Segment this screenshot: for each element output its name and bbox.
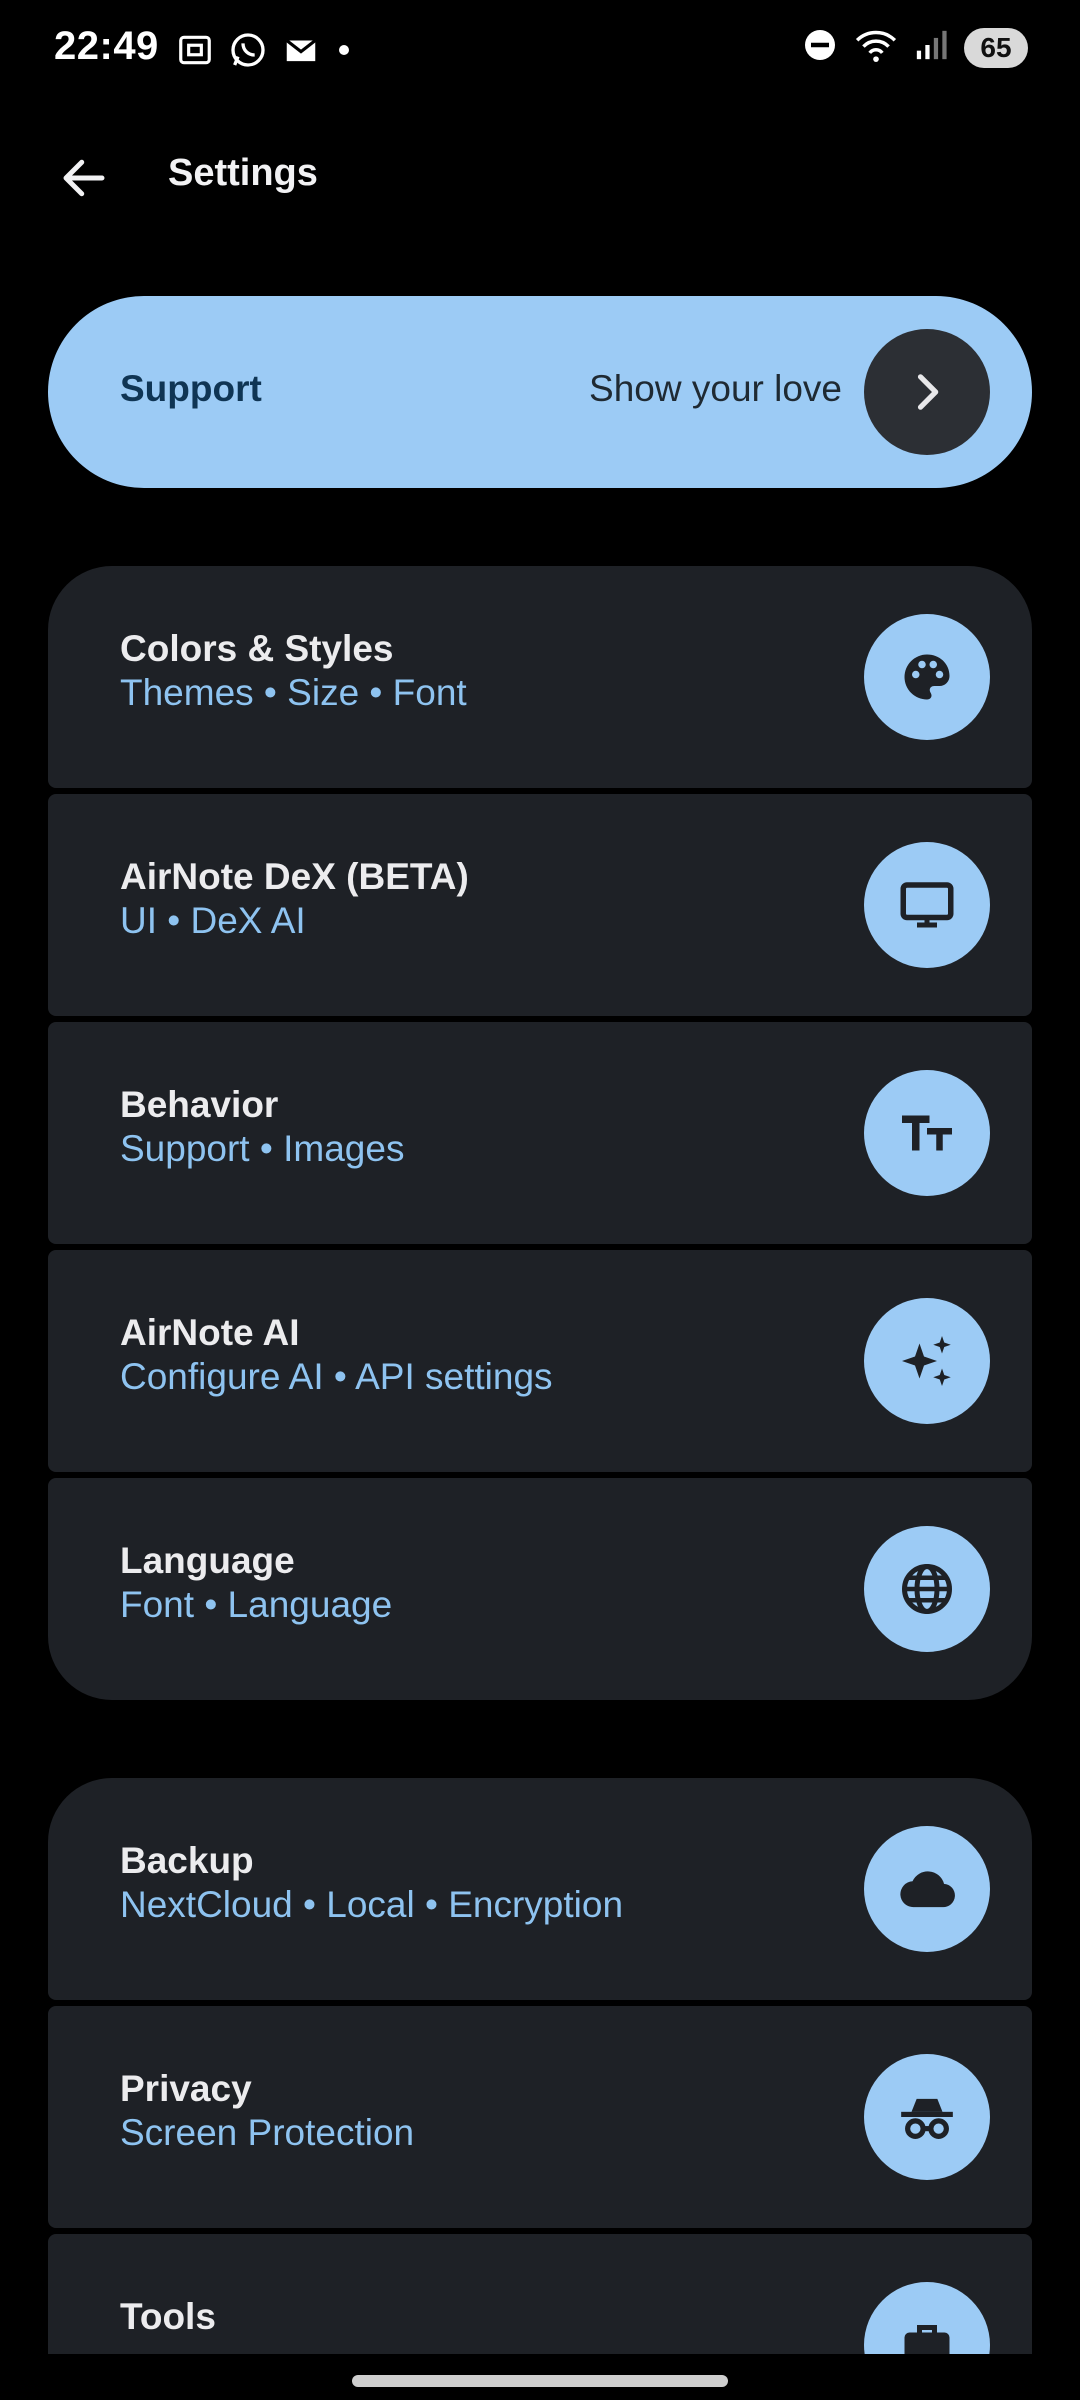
item-title: Privacy [120, 2068, 252, 2109]
sparkle-icon [864, 1298, 990, 1424]
item-subtitle: Support • Images [120, 1128, 405, 1169]
item-subtitle: Screen Protection [120, 2112, 415, 2153]
item-subtitle: UI • DeX AI [120, 900, 306, 941]
item-subtitle: Font • Language [120, 1584, 393, 1625]
item-subtitle: Themes • Size • Font [120, 672, 467, 713]
item-title: Behavior [120, 1084, 279, 1125]
support-label: Support [120, 368, 262, 409]
item-title: AirNote DeX (BETA) [120, 856, 469, 897]
settings-item-tools[interactable]: Tools [48, 2234, 1032, 2354]
cloud-icon [864, 1826, 990, 1952]
text-size-icon [864, 1070, 990, 1196]
item-title: Colors & Styles [120, 628, 394, 669]
settings-item-behavior[interactable]: Behavior Support • Images [48, 1022, 1032, 1244]
item-title: AirNote AI [120, 1312, 300, 1353]
support-banner[interactable]: Support Show your love [48, 296, 1032, 488]
item-subtitle: Configure AI • API settings [120, 1356, 553, 1397]
item-title: Backup [120, 1840, 254, 1881]
settings-item-airnote-ai[interactable]: AirNote AI Configure AI • API settings [48, 1250, 1032, 1472]
briefcase-icon [864, 2282, 990, 2354]
settings-item-language[interactable]: Language Font • Language [48, 1478, 1032, 1700]
settings-item-privacy[interactable]: Privacy Screen Protection [48, 2006, 1032, 2228]
globe-icon [864, 1526, 990, 1652]
item-subtitle: NextCloud • Local • Encryption [120, 1884, 624, 1925]
item-title: Language [120, 1540, 295, 1581]
settings-item-airnote-dex[interactable]: AirNote DeX (BETA) UI • DeX AI [48, 794, 1032, 1016]
gesture-nav-bar[interactable] [352, 2375, 728, 2387]
support-go-button[interactable] [864, 329, 990, 455]
settings-item-backup[interactable]: Backup NextCloud • Local • Encryption [48, 1778, 1032, 2000]
monitor-icon [864, 842, 990, 968]
settings-item-colors-styles[interactable]: Colors & Styles Themes • Size • Font [48, 566, 1032, 788]
chevron-right-icon [917, 374, 939, 410]
support-subtitle: Show your love [589, 368, 842, 409]
incognito-icon [864, 2054, 990, 2180]
item-title: Tools [120, 2296, 216, 2337]
settings-scroll-area[interactable]: Support Show your love Colors & Styles T… [0, 0, 1080, 2354]
palette-icon [864, 614, 990, 740]
